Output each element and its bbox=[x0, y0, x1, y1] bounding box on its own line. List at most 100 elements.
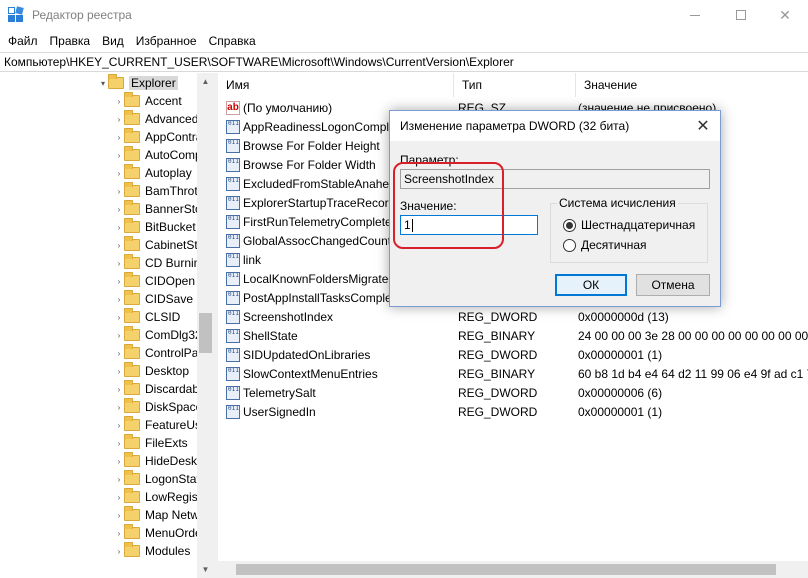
collapsed-arrow-icon[interactable]: › bbox=[114, 241, 124, 250]
tree-item[interactable]: › CD Burning bbox=[114, 254, 207, 272]
close-icon: ✕ bbox=[779, 6, 791, 23]
tree-item[interactable]: › MenuOrder bbox=[114, 524, 206, 542]
collapsed-arrow-icon[interactable]: › bbox=[114, 349, 124, 358]
column-header-name[interactable]: Имя bbox=[218, 73, 454, 97]
tree-item[interactable]: › LogonStats bbox=[114, 470, 206, 488]
collapsed-arrow-icon[interactable]: › bbox=[114, 493, 124, 502]
window-title: Редактор реестра bbox=[32, 8, 132, 22]
tree-item[interactable]: › CLSID bbox=[114, 308, 180, 326]
folder-icon bbox=[124, 110, 140, 125]
tree-item[interactable]: › Autoplay bbox=[114, 164, 192, 182]
base-group-title: Система исчисления bbox=[557, 196, 678, 210]
registry-tree[interactable]: ▾ Explorer › Accent › Advanced › AppContract › Au… bbox=[0, 73, 214, 578]
tree-item[interactable]: › BitBucket bbox=[114, 218, 196, 236]
column-header-type[interactable]: Тип bbox=[454, 73, 576, 97]
collapsed-arrow-icon[interactable]: › bbox=[114, 475, 124, 484]
table-row[interactable]: 0110 1001TelemetrySaltREG_DWORD0x0000000… bbox=[218, 383, 808, 402]
radio-checked-icon[interactable] bbox=[563, 218, 576, 232]
folder-icon bbox=[124, 506, 140, 521]
value-name-text: SIDUpdatedOnLibraries bbox=[243, 347, 371, 362]
scroll-down-icon[interactable]: ▼ bbox=[197, 561, 214, 578]
radio-unchecked-icon[interactable] bbox=[563, 238, 576, 252]
tree-item[interactable]: › Advanced bbox=[114, 110, 198, 128]
address-path: Компьютер\HKEY_CURRENT_USER\SOFTWARE\Mic… bbox=[4, 55, 514, 69]
collapsed-arrow-icon[interactable]: › bbox=[114, 151, 124, 160]
collapsed-arrow-icon[interactable]: › bbox=[114, 277, 124, 286]
table-row[interactable]: 0110 1001SIDUpdatedOnLibrariesREG_DWORD0… bbox=[218, 345, 808, 364]
collapsed-arrow-icon[interactable]: › bbox=[114, 385, 124, 394]
collapsed-arrow-icon[interactable]: › bbox=[114, 529, 124, 538]
tree-item[interactable]: › Modules bbox=[114, 542, 190, 560]
menu-help[interactable]: Справка bbox=[203, 34, 262, 48]
collapsed-arrow-icon[interactable]: › bbox=[114, 259, 124, 268]
radio-hex[interactable]: Шестнадцатеричная bbox=[563, 218, 695, 232]
cell-value: 0x0000000d (13) bbox=[578, 309, 669, 324]
table-row[interactable]: 0110 1001ShellStateREG_BINARY24 00 00 00… bbox=[218, 326, 808, 345]
tree-item-explorer[interactable]: ▾ Explorer bbox=[98, 74, 178, 92]
menu-edit[interactable]: Правка bbox=[44, 34, 97, 48]
radio-dec[interactable]: Десятичная bbox=[563, 238, 647, 252]
collapsed-arrow-icon[interactable]: › bbox=[114, 457, 124, 466]
collapsed-arrow-icon[interactable]: › bbox=[114, 367, 124, 376]
tree-scrollbar[interactable]: ▲ ▼ bbox=[197, 73, 214, 578]
table-row[interactable]: 0110 1001ScreenshotIndexREG_DWORD0x00000… bbox=[218, 307, 808, 326]
collapsed-arrow-icon[interactable]: › bbox=[114, 295, 124, 304]
folder-icon bbox=[124, 200, 140, 215]
tree-item[interactable]: › Accent bbox=[114, 92, 182, 110]
list-scroll-thumb[interactable] bbox=[236, 564, 776, 575]
value-name-text: Browse For Folder Width bbox=[243, 157, 376, 172]
binary-icon: 0110 1001 bbox=[226, 195, 240, 210]
collapsed-arrow-icon[interactable]: › bbox=[114, 331, 124, 340]
cancel-button[interactable]: Отмена bbox=[636, 274, 710, 296]
table-row[interactable]: 0110 1001SlowContextMenuEntriesREG_BINAR… bbox=[218, 364, 808, 383]
binary-icon: 0110 1001 bbox=[226, 252, 240, 267]
close-button[interactable]: ✕ bbox=[762, 0, 808, 30]
list-horizontal-scrollbar[interactable] bbox=[218, 561, 808, 578]
ok-button[interactable]: ОК bbox=[555, 274, 627, 296]
collapsed-arrow-icon[interactable]: › bbox=[114, 169, 124, 178]
collapsed-arrow-icon[interactable]: › bbox=[114, 547, 124, 556]
maximize-button[interactable] bbox=[718, 0, 764, 30]
radio-hex-label: Шестнадцатеричная bbox=[581, 218, 696, 232]
collapsed-arrow-icon[interactable]: › bbox=[114, 187, 124, 196]
minimize-button[interactable] bbox=[672, 0, 718, 30]
address-bar[interactable]: Компьютер\HKEY_CURRENT_USER\SOFTWARE\Mic… bbox=[0, 52, 808, 72]
collapsed-arrow-icon[interactable]: › bbox=[114, 97, 124, 106]
column-header-value[interactable]: Значение bbox=[576, 73, 808, 97]
tree-item-label: CLSID bbox=[145, 310, 181, 324]
folder-icon bbox=[124, 488, 140, 503]
dialog-close-icon[interactable]: ✕ bbox=[694, 117, 712, 135]
menu-bar: Файл Правка Вид Избранное Справка bbox=[0, 30, 808, 52]
collapsed-arrow-icon[interactable]: › bbox=[114, 403, 124, 412]
menu-file[interactable]: Файл bbox=[2, 34, 44, 48]
maximize-icon bbox=[736, 10, 746, 20]
value-name-text: LocalKnownFoldersMigrated bbox=[243, 271, 396, 286]
menu-favorites[interactable]: Избранное bbox=[130, 34, 203, 48]
collapsed-arrow-icon[interactable]: › bbox=[114, 421, 124, 430]
binary-icon: 0110 1001 bbox=[226, 347, 240, 362]
menu-view[interactable]: Вид bbox=[96, 34, 130, 48]
collapsed-arrow-icon[interactable]: › bbox=[114, 205, 124, 214]
table-row[interactable]: 0110 1001UserSignedInREG_DWORD0x00000001… bbox=[218, 402, 808, 421]
cell-value: 0x00000006 (6) bbox=[578, 385, 663, 400]
folder-icon bbox=[124, 164, 140, 179]
collapsed-arrow-icon[interactable]: › bbox=[114, 313, 124, 322]
tree-item[interactable]: › ComDlg32 bbox=[114, 326, 202, 344]
collapsed-arrow-icon[interactable]: › bbox=[114, 115, 124, 124]
cell-type: REG_DWORD bbox=[458, 404, 538, 419]
radio-dec-label: Десятичная bbox=[581, 238, 647, 252]
binary-icon: 0110 1001 bbox=[226, 271, 240, 286]
collapsed-arrow-icon[interactable]: › bbox=[114, 223, 124, 232]
expanded-arrow-icon[interactable]: ▾ bbox=[98, 79, 108, 88]
tree-item[interactable]: › Discardable bbox=[114, 380, 208, 398]
scroll-up-icon[interactable]: ▲ bbox=[197, 73, 214, 90]
tree-item[interactable]: › CIDSave bbox=[114, 290, 193, 308]
collapsed-arrow-icon[interactable]: › bbox=[114, 133, 124, 142]
tree-item[interactable]: › Desktop bbox=[114, 362, 189, 380]
cell-type: REG_DWORD bbox=[458, 347, 538, 362]
tree-item[interactable]: › FileExts bbox=[114, 434, 188, 452]
tree-item[interactable]: › CIDOpen bbox=[114, 272, 195, 290]
collapsed-arrow-icon[interactable]: › bbox=[114, 511, 124, 520]
tree-scroll-thumb[interactable] bbox=[199, 313, 212, 353]
collapsed-arrow-icon[interactable]: › bbox=[114, 439, 124, 448]
